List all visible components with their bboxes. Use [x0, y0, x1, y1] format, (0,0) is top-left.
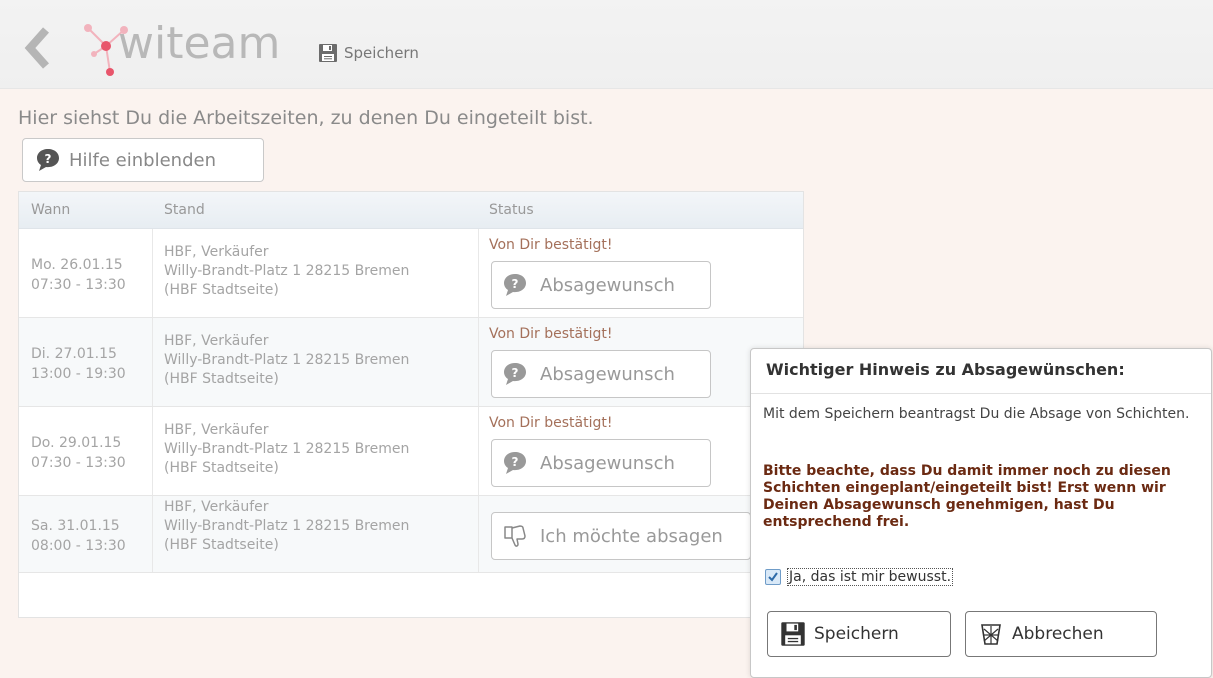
ich-moechte-absagen-button[interactable]: Ich möchte absagen	[491, 512, 751, 560]
popup-text: Mit dem Speichern beantragst Du die Absa…	[763, 406, 1190, 422]
column-header-status: Status	[489, 202, 534, 218]
table-row: Do. 29.01.15 07:30 - 13:30 HBF, Verkäufe…	[19, 407, 803, 496]
status-text: Von Dir bestätigt!	[489, 415, 613, 431]
shift-day: Sa. 31.01.15	[31, 518, 120, 534]
location-detail: (HBF Stadtseite)	[164, 537, 279, 553]
chevron-left-icon	[24, 27, 49, 69]
checkbox-label: Ja, das ist mir bewusst.	[787, 568, 954, 586]
help-button[interactable]: ? Hilfe einblenden	[22, 138, 264, 182]
help-button-label: Hilfe einblenden	[69, 149, 216, 171]
column-header-wann: Wann	[31, 202, 71, 218]
ich-moechte-absagen-label: Ich möchte absagen	[540, 525, 723, 547]
speech-bubble-question-icon: ?	[504, 274, 526, 296]
shift-time: 07:30 - 13:30	[31, 455, 126, 471]
table-row: Sa. 31.01.15 08:00 - 13:30 HBF, Verkäufe…	[19, 496, 803, 573]
shift-time: 13:00 - 19:30	[31, 366, 126, 382]
location-detail: (HBF Stadtseite)	[164, 460, 279, 476]
table-header: Wann Stand Status	[19, 192, 803, 229]
logo-text: witeam	[118, 18, 281, 69]
shift-date: Di. 27.01.15 13:00 - 19:30	[31, 344, 126, 384]
back-button[interactable]	[22, 26, 52, 70]
absagewunsch-label: Absagewunsch	[540, 274, 675, 296]
shift-location: HBF, Verkäufer Willy-Brandt-Platz 1 2821…	[164, 243, 409, 300]
absagewunsch-button[interactable]: ? Absagewunsch	[491, 261, 711, 309]
status-text: Von Dir bestätigt!	[489, 237, 613, 253]
location-detail: (HBF Stadtseite)	[164, 282, 279, 298]
absagewunsch-button[interactable]: ? Absagewunsch	[491, 350, 711, 398]
floppy-disk-icon	[781, 622, 805, 646]
location-name: HBF, Verkäufer	[164, 333, 269, 349]
shift-date: Do. 29.01.15 07:30 - 13:30	[31, 433, 126, 473]
shift-table: Wann Stand Status Mo. 26.01.15 07:30 - 1…	[18, 191, 804, 618]
shift-day: Do. 29.01.15	[31, 435, 122, 451]
shift-time: 07:30 - 13:30	[31, 277, 126, 293]
thumbs-down-icon	[504, 525, 526, 547]
popup-save-button[interactable]: Speichern	[767, 611, 951, 657]
column-header-stand: Stand	[164, 202, 205, 218]
shift-date: Mo. 26.01.15 07:30 - 13:30	[31, 255, 126, 295]
table-row: Di. 27.01.15 13:00 - 19:30 HBF, Verkäufe…	[19, 318, 803, 407]
location-name: HBF, Verkäufer	[164, 244, 269, 260]
location-address: Willy-Brandt-Platz 1 28215 Bremen	[164, 352, 410, 368]
popup-warning: Bitte beachte, dass Du damit immer noch …	[763, 463, 1171, 530]
speech-bubble-question-icon: ?	[37, 149, 59, 171]
popup-divider	[751, 393, 1211, 394]
absagewunsch-label: Absagewunsch	[540, 452, 675, 474]
shift-time: 08:00 - 13:30	[31, 538, 126, 554]
shift-location: HBF, Verkäufer Willy-Brandt-Platz 1 2821…	[164, 421, 409, 478]
checkmark-icon	[768, 572, 778, 582]
shift-day: Di. 27.01.15	[31, 346, 117, 362]
checkbox-box[interactable]	[765, 569, 781, 585]
shift-location: HBF, Verkäufer Willy-Brandt-Platz 1 2821…	[164, 332, 409, 389]
shift-location: HBF, Verkäufer Willy-Brandt-Platz 1 2821…	[164, 498, 409, 555]
header-save-button[interactable]: Speichern	[318, 40, 419, 66]
absagewunsch-button[interactable]: ? Absagewunsch	[491, 439, 711, 487]
speech-bubble-question-icon: ?	[504, 363, 526, 385]
table-row: Mo. 26.01.15 07:30 - 13:30 HBF, Verkäufe…	[19, 229, 803, 318]
shift-day: Mo. 26.01.15	[31, 257, 123, 273]
popup-cancel-label: Abbrechen	[1012, 624, 1104, 644]
location-name: HBF, Verkäufer	[164, 422, 269, 438]
absagewunsch-label: Absagewunsch	[540, 363, 675, 385]
popup-save-label: Speichern	[814, 624, 899, 644]
header-save-label: Speichern	[344, 44, 419, 62]
svg-text:?: ?	[512, 277, 519, 291]
intro-text: Hier siehst Du die Arbeitszeiten, zu den…	[18, 107, 594, 129]
awareness-checkbox[interactable]: Ja, das ist mir bewusst.	[765, 568, 954, 586]
location-address: Willy-Brandt-Platz 1 28215 Bremen	[164, 441, 410, 457]
shift-date: Sa. 31.01.15 08:00 - 13:30	[31, 516, 126, 556]
cancellation-notice-popup: Wichtiger Hinweis zu Absagewünschen: Mit…	[750, 348, 1212, 678]
popup-title: Wichtiger Hinweis zu Absagewünschen:	[766, 360, 1125, 379]
speech-bubble-question-icon: ?	[504, 452, 526, 474]
location-address: Willy-Brandt-Platz 1 28215 Bremen	[164, 263, 410, 279]
location-name: HBF, Verkäufer	[164, 499, 269, 515]
status-text: Von Dir bestätigt!	[489, 326, 613, 342]
floppy-disk-icon	[319, 44, 337, 62]
popup-cancel-button[interactable]: Abbrechen	[965, 611, 1157, 657]
top-bar: witeam Speichern	[0, 0, 1213, 89]
svg-text:?: ?	[45, 152, 52, 166]
location-detail: (HBF Stadtseite)	[164, 371, 279, 387]
svg-text:?: ?	[512, 455, 519, 469]
location-address: Willy-Brandt-Platz 1 28215 Bremen	[164, 518, 410, 534]
trash-bin-icon	[981, 624, 1001, 645]
svg-text:?: ?	[512, 366, 519, 380]
